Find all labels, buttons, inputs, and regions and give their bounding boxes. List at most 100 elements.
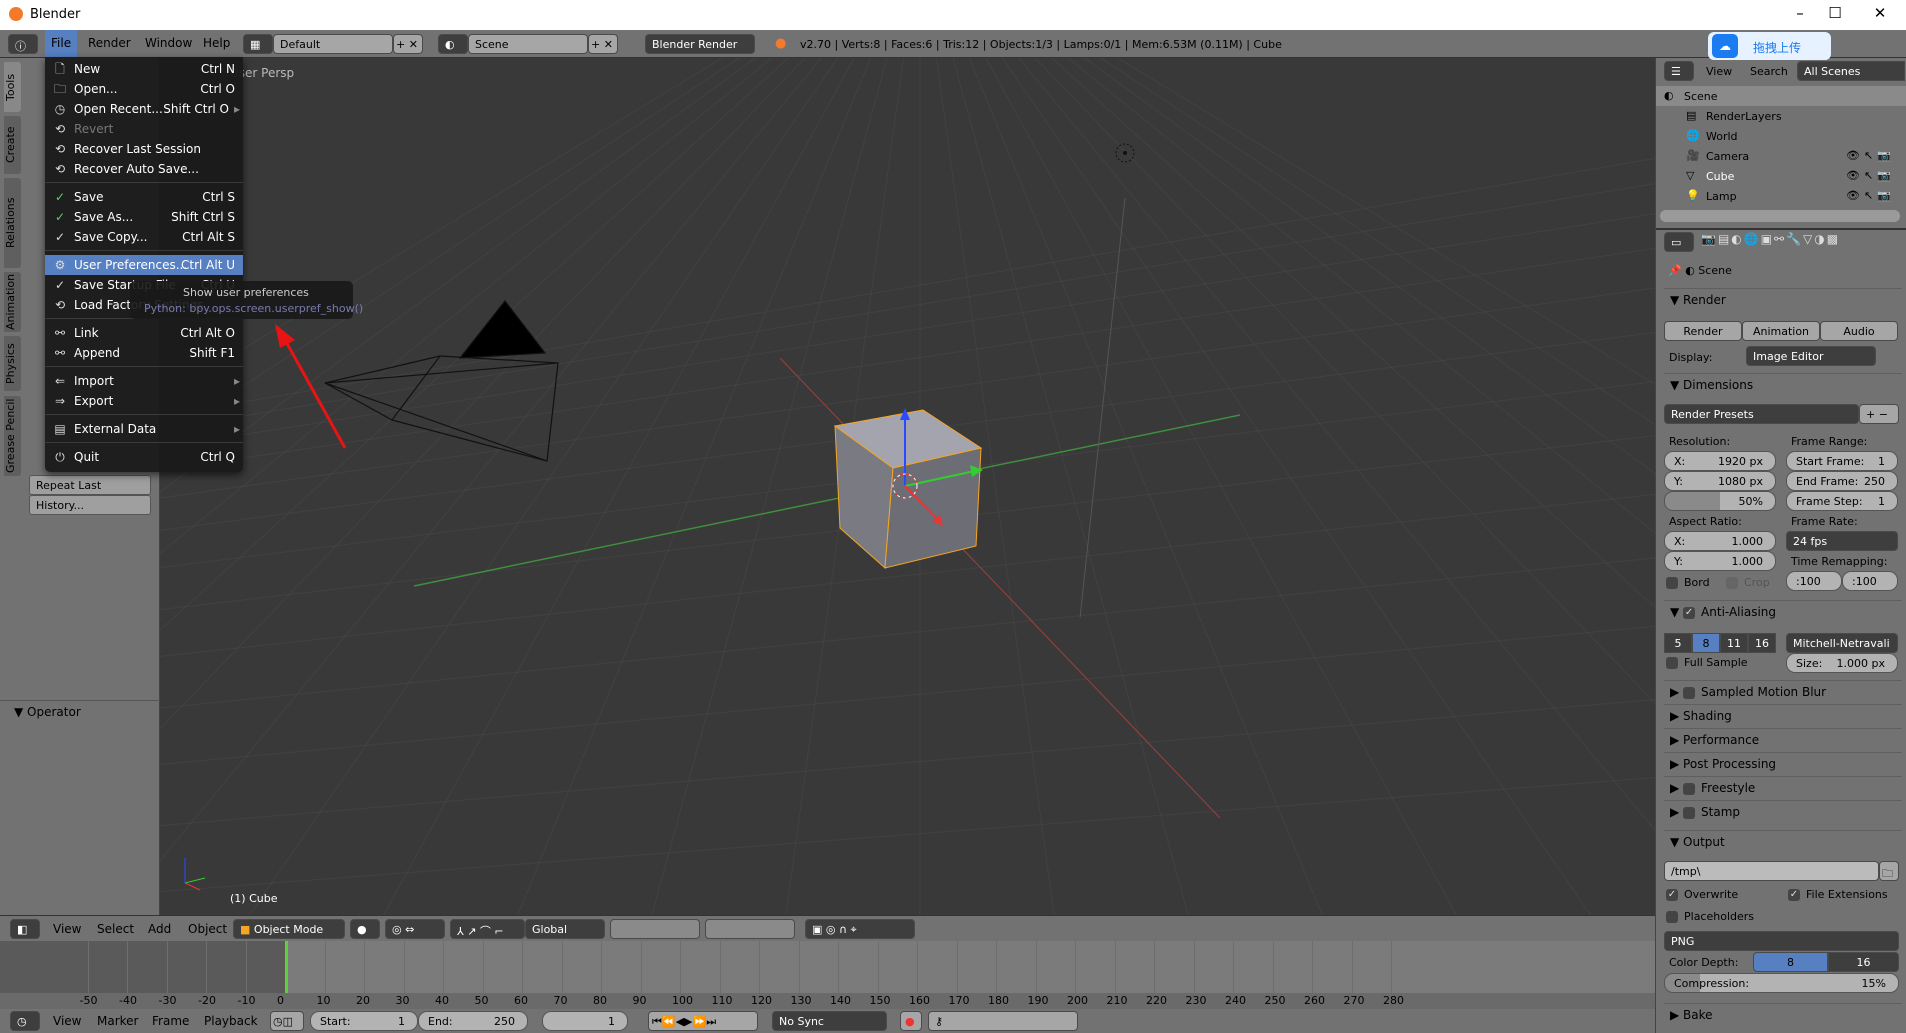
minimize-button[interactable]: – xyxy=(1780,4,1820,22)
anti-aliasing-panel-header[interactable]: ▼ ✓ Anti-Aliasing xyxy=(1664,600,1902,622)
overwrite-checkbox[interactable]: ✓ Overwrite xyxy=(1666,888,1738,901)
layout-select[interactable]: Default xyxy=(273,34,393,54)
resolution-x-field[interactable]: X: 1920 px xyxy=(1664,451,1776,471)
tab-physics[interactable]: Physics xyxy=(4,336,21,391)
presets-add-remove[interactable]: + − xyxy=(1859,404,1899,424)
crop-checkbox[interactable]: Crop xyxy=(1726,576,1770,589)
outliner-item[interactable]: 🌐 World xyxy=(1656,126,1906,146)
menu-item-user-preferences[interactable]: ⚙ User Preferences... Ctrl Alt U xyxy=(45,255,243,275)
visibility-select-render-icons[interactable]: 👁↖📷 xyxy=(1846,149,1904,162)
scene-add-remove[interactable]: + ✕ xyxy=(588,34,618,54)
snap-tools[interactable]: ▣ ◎ ∩ ⌖ xyxy=(805,919,915,939)
editor-type-outliner-icon[interactable]: ☰ xyxy=(1664,61,1694,81)
panel-header-shading[interactable]: ▶ Shading xyxy=(1664,704,1902,726)
aa-size-field[interactable]: Size: 1.000 px xyxy=(1786,653,1898,673)
aa-sample-11[interactable]: 11 xyxy=(1720,633,1748,653)
editor-type-timeline-icon[interactable]: ◷ xyxy=(10,1011,40,1031)
history-button[interactable]: History... xyxy=(29,495,151,515)
menu-frame[interactable]: Frame xyxy=(152,1014,189,1028)
menu-render[interactable]: Render xyxy=(88,36,131,50)
menu-item-open[interactable]: 🗀 Open... Ctrl O xyxy=(45,79,243,99)
panel-header-performance[interactable]: ▶ Performance xyxy=(1664,728,1902,750)
aspect-y-field[interactable]: Y: 1.000 xyxy=(1664,551,1776,571)
outliner-item[interactable]: 🎥 Camera 👁↖📷 xyxy=(1656,146,1906,166)
file-format-select[interactable]: PNG xyxy=(1664,931,1899,951)
sync-select[interactable]: No Sync xyxy=(772,1011,887,1031)
compression-slider[interactable]: Compression: 15% xyxy=(1664,973,1899,993)
playback-controls[interactable]: ⏮⏪◀▶⏩⏭ xyxy=(648,1011,758,1031)
scene-icon[interactable]: ◐ xyxy=(438,34,468,54)
frame-rate-select[interactable]: 24 fps xyxy=(1786,531,1898,551)
animation-button[interactable]: Animation xyxy=(1742,321,1820,341)
orientation-select[interactable]: Global xyxy=(525,919,605,939)
end-frame-field[interactable]: End: 250 xyxy=(418,1011,528,1031)
outliner-item[interactable]: ▤ RenderLayers xyxy=(1656,106,1906,126)
color-depth-8[interactable]: 8 xyxy=(1753,952,1828,972)
menu-item-external-data[interactable]: ▤ External Data ▸ xyxy=(45,419,243,439)
panel-header-post-processing[interactable]: ▶ Post Processing xyxy=(1664,752,1902,774)
output-panel-header[interactable]: ▼ Output xyxy=(1664,830,1902,852)
menu-view-tl[interactable]: View xyxy=(53,1014,81,1028)
editor-type-3d-icon[interactable]: ◧ xyxy=(10,919,40,939)
menu-file[interactable]: File xyxy=(45,30,78,58)
menu-item-open-recent[interactable]: ◷ Open Recent... Shift Ctrl O ▸ xyxy=(45,99,243,119)
start-frame-prop[interactable]: Start Frame: 1 xyxy=(1786,451,1898,471)
visibility-select-render-icons[interactable]: 👁↖📷 xyxy=(1846,189,1904,202)
repeat-last-button[interactable]: Repeat Last xyxy=(29,475,151,495)
render-engine-select[interactable]: Blender Render xyxy=(645,34,755,54)
menu-item-link[interactable]: ⚯ Link Ctrl Alt O xyxy=(45,323,243,343)
operator-panel-header[interactable]: ▼ Operator xyxy=(14,705,81,719)
menu-object[interactable]: Object xyxy=(188,922,227,936)
menu-item-recover-last-session[interactable]: ⟲ Recover Last Session xyxy=(45,139,243,159)
display-select[interactable]: Image Editor xyxy=(1746,346,1876,366)
mode-select[interactable]: ■ Object Mode xyxy=(233,919,345,939)
tab-relations[interactable]: Relations xyxy=(4,178,21,268)
panel-header-sampled-motion-blur[interactable]: ▶ Sampled Motion Blur xyxy=(1664,680,1902,702)
menu-item-revert[interactable]: ⟲ Revert xyxy=(45,119,243,139)
render-panel-header[interactable]: ▼ Render xyxy=(1664,288,1902,310)
menu-item-import[interactable]: ⇐ Import ▸ xyxy=(45,371,243,391)
panel-header-stamp[interactable]: ▶ Stamp xyxy=(1664,800,1902,822)
shading-select[interactable]: ● xyxy=(350,919,380,939)
frame-step-prop[interactable]: Frame Step: 1 xyxy=(1786,491,1898,511)
3d-viewport[interactable]: User Persp (1) Cube xyxy=(160,58,1655,915)
start-frame-field[interactable]: Start: 1 xyxy=(310,1011,418,1031)
current-frame-field[interactable]: 1 xyxy=(542,1011,628,1031)
layer-buttons[interactable] xyxy=(610,919,700,939)
close-button[interactable]: ✕ xyxy=(1860,4,1900,22)
bord-checkbox[interactable]: Bord xyxy=(1666,576,1710,589)
scene-select[interactable]: Scene xyxy=(468,34,588,54)
timeline-area[interactable] xyxy=(0,941,1655,993)
audio-button[interactable]: Audio xyxy=(1820,321,1898,341)
panel-header-freestyle[interactable]: ▶ Freestyle xyxy=(1664,776,1902,798)
end-frame-prop[interactable]: End Frame: 250 xyxy=(1786,471,1898,491)
dimensions-panel-header[interactable]: ▼ Dimensions xyxy=(1664,373,1902,395)
tab-animation[interactable]: Animation xyxy=(4,272,21,332)
menu-item-recover-auto-save[interactable]: ⟲ Recover Auto Save... xyxy=(45,159,243,179)
menu-item-save-copy[interactable]: ✓ Save Copy... Ctrl Alt S xyxy=(45,227,243,247)
layout-icon[interactable]: ▦ xyxy=(243,34,273,54)
tab-grease-pencil[interactable]: Grease Pencil xyxy=(4,396,21,476)
menu-item-save-as[interactable]: ✓ Save As... Shift Ctrl S xyxy=(45,207,243,227)
outliner-item[interactable]: ◐ Scene xyxy=(1656,86,1906,106)
layout-add-remove[interactable]: + ✕ xyxy=(393,34,423,54)
outliner-item[interactable]: 💡 Lamp 👁↖📷 xyxy=(1656,186,1906,206)
aa-filter-select[interactable]: Mitchell-Netravali xyxy=(1786,633,1898,653)
manipulator-buttons[interactable]: ⅄ ↗ ⌒ ⌐ xyxy=(450,919,525,939)
placeholders-checkbox[interactable]: Placeholders xyxy=(1666,910,1754,923)
render-presets-select[interactable]: Render Presets xyxy=(1664,404,1859,424)
editor-type-properties-icon[interactable]: ▭ xyxy=(1664,232,1694,252)
menu-item-save[interactable]: ✓ Save Ctrl S xyxy=(45,187,243,207)
visibility-select-render-icons[interactable]: 👁↖📷 xyxy=(1846,169,1904,182)
keying-set-field[interactable]: ⚷ xyxy=(928,1011,1078,1031)
menu-item-quit[interactable]: ⏻ Quit Ctrl Q xyxy=(45,447,243,467)
bake-panel-header[interactable]: ▶ Bake xyxy=(1664,1003,1902,1025)
aa-sample-16[interactable]: 16 xyxy=(1748,633,1776,653)
folder-icon[interactable]: 🗀 xyxy=(1879,861,1899,881)
record-button[interactable]: ● xyxy=(900,1011,922,1031)
aa-sample-8[interactable]: 8 xyxy=(1692,633,1720,653)
outliner-menu-view[interactable]: View xyxy=(1706,65,1732,78)
remap-old-field[interactable]: :100 xyxy=(1786,571,1842,591)
remap-new-field[interactable]: :100 xyxy=(1842,571,1898,591)
menu-marker[interactable]: Marker xyxy=(97,1014,138,1028)
